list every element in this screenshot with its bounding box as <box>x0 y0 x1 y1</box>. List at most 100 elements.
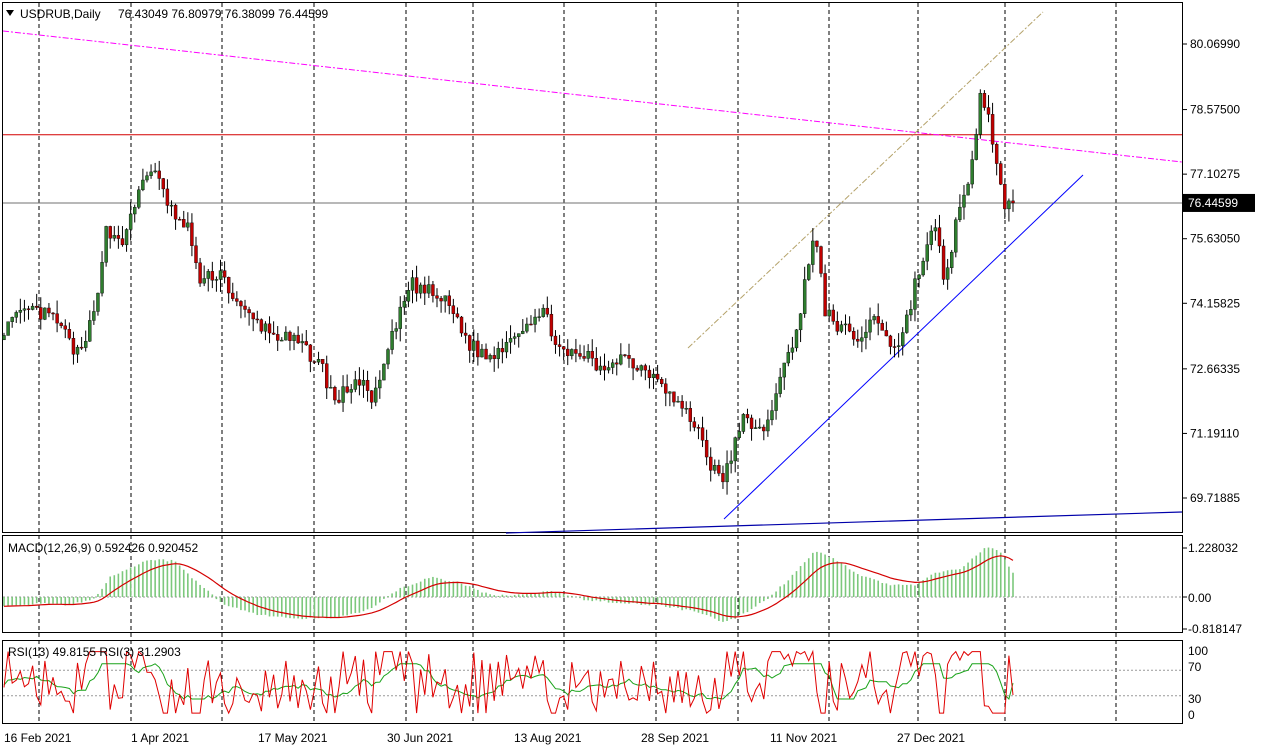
candle-body <box>680 400 684 409</box>
candle-body <box>75 346 80 355</box>
candle-body <box>2 335 6 341</box>
candle-body <box>753 427 758 429</box>
candle-body <box>655 373 660 380</box>
candle-body <box>255 318 259 321</box>
candle-body <box>14 312 18 318</box>
candle-body <box>606 367 611 371</box>
candle-body <box>439 298 443 302</box>
candle-body <box>864 331 868 338</box>
candle-body <box>288 331 292 341</box>
candle-body <box>292 334 296 341</box>
candle-body <box>566 348 570 357</box>
candle-body <box>553 335 558 345</box>
candle-body <box>165 188 170 206</box>
candle-body <box>1003 184 1007 210</box>
candle-body <box>913 278 917 310</box>
candle-body <box>92 311 96 321</box>
candle-body <box>300 341 304 344</box>
candle-body <box>398 306 402 329</box>
candle-body <box>815 240 819 247</box>
candle-body <box>782 362 786 378</box>
candle-body <box>447 295 451 306</box>
candle-body <box>504 341 509 353</box>
candle-body <box>345 386 349 393</box>
candle-body <box>231 292 235 299</box>
candle-body <box>96 292 100 312</box>
candle-body <box>43 307 47 320</box>
candle-body <box>721 473 725 483</box>
candle-body <box>402 301 407 308</box>
candle-body <box>463 332 468 336</box>
candle-body <box>668 391 672 394</box>
candle-body <box>390 331 394 350</box>
candle-body <box>954 219 958 253</box>
candle-body <box>537 316 541 318</box>
candle-body <box>202 278 206 284</box>
candle-body <box>149 171 153 176</box>
candle-body <box>173 204 178 220</box>
candle-body <box>34 305 39 308</box>
candle-body <box>1007 200 1011 210</box>
candle-body <box>647 369 652 379</box>
candle-body <box>970 159 974 185</box>
candle-body <box>517 333 521 337</box>
x-label-3: 17 May 2021 <box>258 731 328 745</box>
candle-body <box>435 295 439 299</box>
candle-body <box>484 348 488 360</box>
candle-body <box>18 310 23 313</box>
candle-body <box>451 305 456 314</box>
candle-body <box>896 345 901 347</box>
candle-body <box>263 323 268 332</box>
candle-body <box>823 273 827 317</box>
chart-ohlc: 76.43049 76.80979 76.38099 76.44599 <box>118 7 329 21</box>
candle-body <box>557 344 562 347</box>
price-tick-label: 78.57500 <box>1190 103 1240 117</box>
candle-body <box>206 271 210 279</box>
candle-body <box>157 170 161 179</box>
candle-body <box>676 400 680 403</box>
candle-body <box>827 309 831 317</box>
candle-body <box>843 323 848 326</box>
candle-body <box>222 270 227 278</box>
candle-body <box>741 414 746 432</box>
price-tick-label: 69.71885 <box>1190 491 1240 505</box>
candle-body <box>541 307 545 317</box>
candle-body <box>884 330 889 337</box>
candle-body <box>950 251 954 268</box>
candle-body <box>88 320 92 342</box>
candle-body <box>819 246 823 274</box>
candle-body <box>643 365 648 371</box>
candle-body <box>749 417 754 429</box>
candle-body <box>758 426 762 429</box>
candle-body <box>770 410 774 421</box>
candle-body <box>602 365 607 371</box>
candle-body <box>100 262 104 294</box>
price-tick-label: 74.15825 <box>1190 296 1240 310</box>
candle-body <box>639 365 643 371</box>
candle-body <box>921 260 925 276</box>
candle-body <box>999 163 1003 185</box>
candle-body <box>329 387 333 389</box>
candle-body <box>966 183 970 196</box>
candle-body <box>545 307 550 315</box>
candle-body <box>729 460 733 464</box>
candle-body <box>684 408 688 410</box>
candle-body <box>153 170 157 173</box>
candle-body <box>194 245 198 264</box>
candle-body <box>108 226 112 239</box>
candle-body <box>275 334 280 341</box>
usdrub-chart[interactable]: USDRUB,Daily 76.43049 76.80979 76.38099 … <box>0 0 1263 751</box>
candle-body <box>664 383 668 394</box>
candle-body <box>333 387 337 401</box>
candle-body <box>994 144 999 164</box>
candle-body <box>525 323 529 332</box>
candle-body <box>280 339 284 342</box>
candle-body <box>71 338 76 355</box>
candle-body <box>423 284 427 294</box>
rsi-tick-70: 70 <box>1188 660 1202 674</box>
candle-body <box>521 330 525 334</box>
candle-body <box>312 361 317 363</box>
candle-body <box>410 277 415 291</box>
candle-body <box>104 226 108 263</box>
candle-body <box>1011 200 1015 204</box>
